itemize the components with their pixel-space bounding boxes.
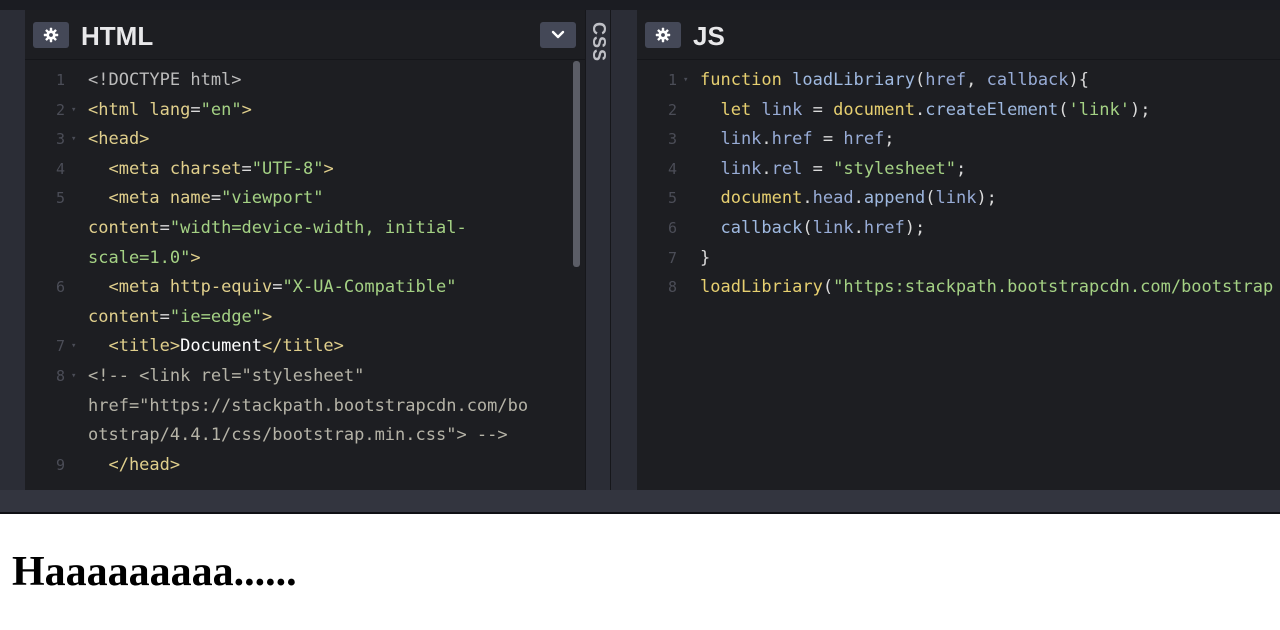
fold-arrow-icon[interactable]: ▾ [71,96,76,126]
line-number: 4 [55,159,65,178]
js-code-line[interactable]: 2 let link = document.createElement('lin… [637,96,1280,126]
js-code-line[interactable]: 7} [637,244,1280,274]
js-code-line[interactable]: 5 document.head.append(link); [637,184,1280,214]
gear-icon [43,27,59,43]
html-code-line[interactable]: 5 <meta name="viewport" [25,184,585,214]
html-code-line[interactable]: 9 </head> [25,451,585,481]
code-text: let link = document.createElement('link'… [700,99,1151,120]
line-number: 7 [667,248,677,267]
line-number: 7 [55,337,65,356]
top-strip [0,0,1280,10]
html-code-line[interactable]: 2 ▾ <html lang="en"> [25,96,585,126]
fold-arrow-icon[interactable]: ▾ [683,66,688,96]
js-code-line[interactable]: 8 loadLibriary("https:stackpath.bootstrap… [637,273,1280,303]
fold-arrow-icon[interactable]: ▾ [71,362,76,392]
editor-area: HTML 1 <!DOCTYPE html> 2 ▾ <html lang="en"> 3… [0,0,1280,514]
html-panel-header: HTML [25,10,585,60]
css-editor-panel-collapsed[interactable]: CSS [585,10,611,490]
js-code-line[interactable]: 3 link.href = href; [637,125,1280,155]
html-code-line[interactable]: href="https://stackpath.bootstrapcdn.com… [25,392,585,422]
js-panel-title: JS [693,21,725,51]
line-number: 5 [55,189,65,208]
code-text: content="ie=edge"> [88,306,273,327]
html-panel-title: HTML [81,21,154,51]
line-number: 9 [55,455,65,474]
html-code-line[interactable]: scale=1.0"> [25,244,585,274]
result-preview: Haaaaaaaaa...... [0,514,1280,630]
left-resize-gutter[interactable] [0,10,25,490]
code-text: link.rel = "stylesheet"; [700,158,967,179]
code-text: <html lang="en"> [88,99,252,120]
preview-heading: Haaaaaaaaa...... [12,549,297,595]
code-text: <head> [88,129,150,150]
html-editor-scrollbar[interactable] [573,61,580,267]
gear-icon [655,27,671,43]
html-collapse-button[interactable] [540,22,576,48]
js-panel-header: JS [637,10,1280,60]
js-code-line[interactable]: 1 ▾ function loadLibriary(href, callback){ [637,66,1280,96]
code-text: <title>Document</title> [88,336,344,357]
fold-arrow-icon[interactable]: ▾ [71,332,76,362]
js-resize-gutter[interactable] [611,10,637,490]
line-number: 4 [667,159,677,178]
html-code-line[interactable]: 7 ▾ <title>Document</title> [25,332,585,362]
html-code-line[interactable]: 3 ▾ <head> [25,125,585,155]
code-text: <!DOCTYPE html> [88,70,242,90]
code-text: } [700,247,711,268]
code-text: document.head.append(link); [700,188,997,209]
html-code-line[interactable]: content="ie=edge"> [25,303,585,333]
line-number: 5 [667,189,677,208]
css-panel-title: CSS [589,22,609,63]
line-number: 8 [55,367,65,385]
html-code-line[interactable]: 1 <!DOCTYPE html> [25,66,585,96]
code-text: function loadLibriary(href, callback){ [700,70,1090,90]
code-text: <meta charset="UTF-8"> [88,158,334,179]
fold-arrow-icon[interactable]: ▾ [71,125,76,155]
js-editor-panel: JS 1 ▾ function loadLibriary(href, callbac… [637,10,1280,490]
code-text: scale=1.0"> [88,247,201,268]
js-settings-button[interactable] [645,22,681,48]
html-code-line[interactable]: 4 <meta charset="UTF-8"> [25,155,585,185]
html-code-editor[interactable]: 1 <!DOCTYPE html> 2 ▾ <html lang="en"> 3 ▾ <hea… [25,61,585,490]
line-number: 6 [55,278,65,297]
code-text: href="https://stackpath.bootstrapcdn.com… [88,395,529,416]
html-code-line[interactable]: otstrap/4.4.1/css/bootstrap.min.css"> --… [25,421,585,451]
code-text: callback(link.href); [700,218,926,238]
html-editor-panel: HTML 1 <!DOCTYPE html> 2 ▾ <html lang="en"> 3… [25,10,585,490]
html-code-line[interactable]: 6 <meta http-equiv="X-UA-Compatible" [25,273,585,303]
line-number: 2 [55,100,65,119]
chevron-down-icon [551,30,565,39]
line-number: 8 [667,278,677,297]
line-number: 2 [667,100,677,119]
editor-bottom-resize-bar[interactable] [0,490,1280,512]
code-text: <meta http-equiv="X-UA-Compatible" [88,277,457,298]
js-code-editor[interactable]: 1 ▾ function loadLibriary(href, callback){… [637,61,1280,490]
code-text: content="width=device-width, initial- [88,218,467,238]
code-text: </head> [88,454,181,475]
js-code-line[interactable]: 6 callback(link.href); [637,214,1280,244]
code-text: loadLibriary("https:stackpath.bootstrapc… [700,277,1274,298]
line-number: 3 [667,130,677,149]
html-code-line[interactable]: 8 ▾ <!-- <link rel="stylesheet" [25,362,585,392]
code-text: <!-- <link rel="stylesheet" [88,366,365,386]
code-text: otstrap/4.4.1/css/bootstrap.min.css"> --… [88,425,508,446]
html-code-line[interactable]: content="width=device-width, initial- [25,214,585,244]
code-text: <meta name="viewport" [88,188,324,209]
line-number: 1 [55,71,65,89]
line-number: 1 [667,71,677,89]
js-code-line[interactable]: 4 link.rel = "stylesheet"; [637,155,1280,185]
code-text: link.href = href; [700,129,895,150]
line-number: 3 [55,130,65,149]
html-settings-button[interactable] [33,22,69,48]
line-number: 6 [667,219,677,237]
